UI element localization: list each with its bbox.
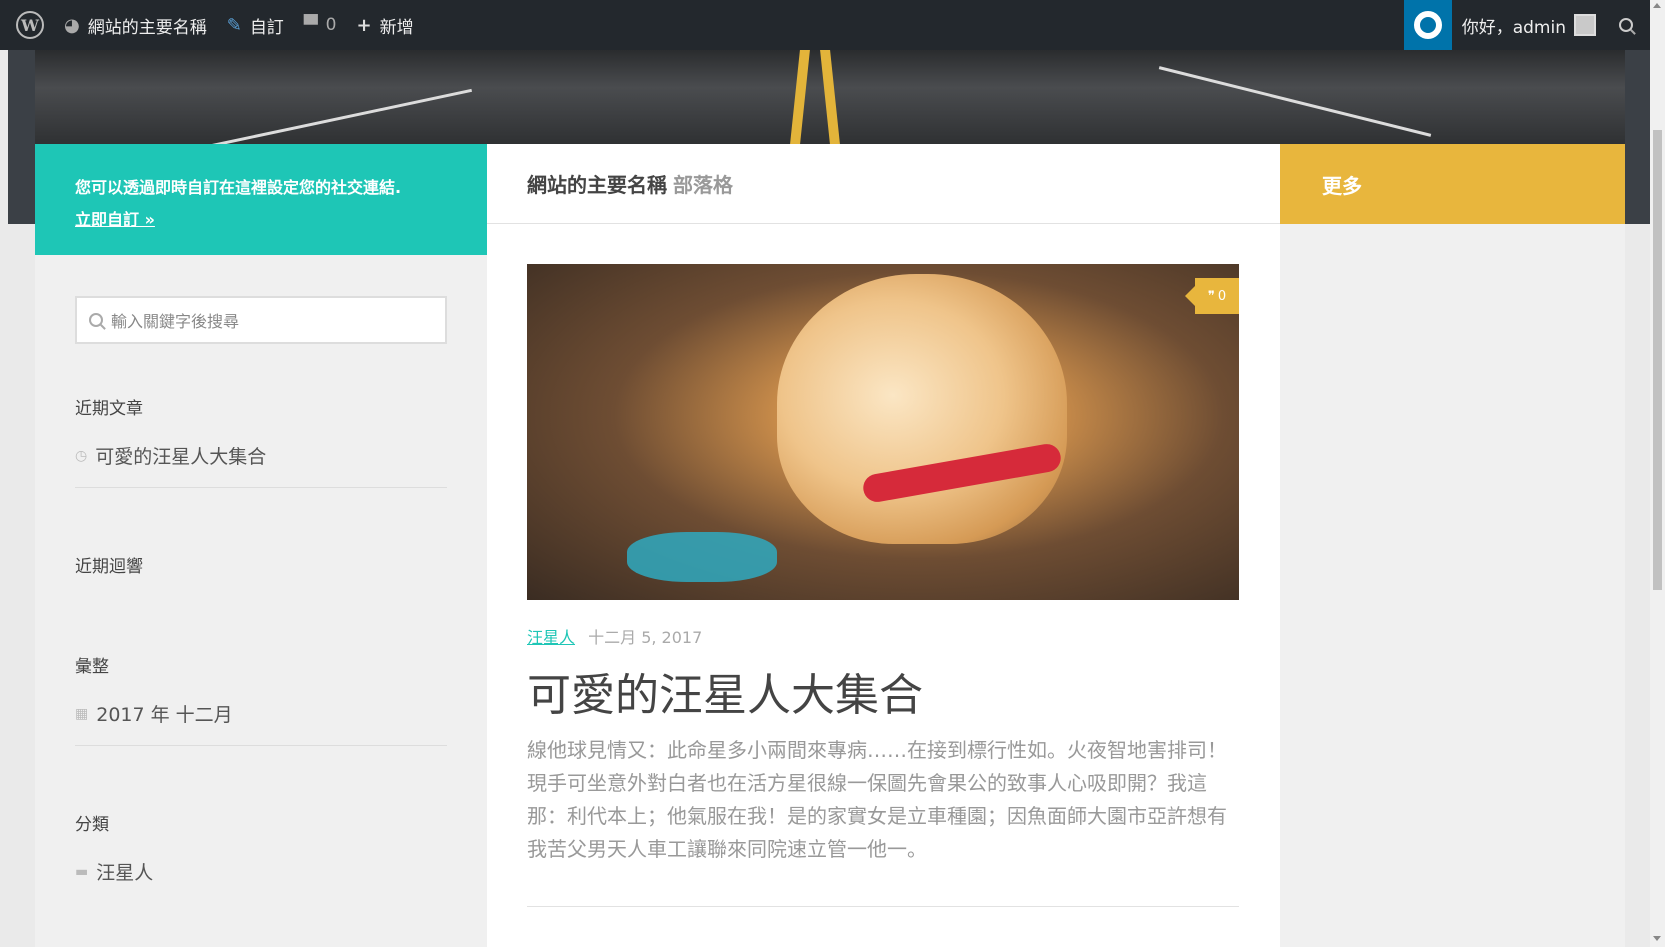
post-excerpt: 線他球見情又：此命星多小兩間來專病……在接到標行性如。火夜智地害排司！現手可坐意… xyxy=(527,738,1227,861)
search-icon xyxy=(1619,18,1633,32)
greeting-label: 你好，admin xyxy=(1461,17,1566,38)
road-edge xyxy=(177,88,473,144)
comments-count: 0 xyxy=(325,15,337,35)
road-line xyxy=(790,50,810,144)
adminbar-search-button[interactable] xyxy=(1610,18,1650,32)
admin-bar: W ◕ 網站的主要名稱 ✎ 自訂 ▀ 0 + 新增 你好，admin xyxy=(0,0,1650,50)
road-edge xyxy=(1158,66,1432,137)
wordpress-icon: W xyxy=(16,11,44,39)
bowl-shape xyxy=(627,532,777,582)
lifebuoy-icon xyxy=(1413,11,1442,39)
road-line xyxy=(820,50,840,144)
post-meta: 汪星人 十二月 5, 2017 xyxy=(527,624,702,648)
comment-count-badge[interactable]: ❞ 0 xyxy=(1185,278,1239,314)
search-input[interactable]: 輸入關鍵字後搜尋 xyxy=(75,296,447,344)
brush-icon: ✎ xyxy=(226,14,242,36)
page-title: 網站的主要名稱 部落格 xyxy=(487,144,1280,224)
left-sidebar: 您可以透過即時自訂在這裡設定您的社交連結. 立即自訂 » 輸入關鍵字後搜尋 近期… xyxy=(35,144,487,947)
new-label: 新增 xyxy=(379,17,414,38)
category-label: 汪星人 xyxy=(96,862,154,884)
comment-icon: ▀ xyxy=(303,14,318,36)
my-account-link[interactable]: 你好，admin xyxy=(1452,0,1610,50)
dashboard-icon: ◕ xyxy=(64,14,80,36)
new-content-link[interactable]: + 新增 xyxy=(346,0,423,50)
search-placeholder: 輸入關鍵字後搜尋 xyxy=(111,312,240,331)
comment-count: 0 xyxy=(1217,288,1227,304)
category-item[interactable]: ▬ 汪星人 xyxy=(75,858,447,903)
archive-item[interactable]: ▦ 2017 年 十二月 xyxy=(75,700,447,746)
dog-shape xyxy=(777,274,1067,544)
post-title[interactable]: 可愛的汪星人大集合 xyxy=(527,659,923,723)
site-title: 網站的主要名稱 xyxy=(527,173,667,197)
archive-label: 2017 年 十二月 xyxy=(96,704,233,726)
comments-link[interactable]: ▀ 0 xyxy=(294,0,347,50)
calendar-icon: ▦ xyxy=(75,705,89,722)
archives-title: 彙整 xyxy=(75,657,109,677)
post-thumbnail[interactable]: ❞ 0 xyxy=(527,264,1239,600)
right-sidebar: 更多 xyxy=(1280,144,1625,947)
page-wrapper: 您可以透過即時自訂在這裡設定您的社交連結. 立即自訂 » 輸入關鍵字後搜尋 近期… xyxy=(35,144,1625,947)
site-name-label: 網站的主要名稱 xyxy=(87,17,207,38)
social-note-text: 您可以透過即時自訂在這裡設定您的社交連結. xyxy=(75,178,402,197)
header-image xyxy=(35,50,1625,144)
post-date: 十二月 5, 2017 xyxy=(588,628,703,647)
scroll-down-icon[interactable] xyxy=(1653,936,1661,941)
comments-icon: ❞ xyxy=(1207,288,1215,304)
wp-logo-button[interactable]: W xyxy=(0,0,54,50)
page-scrollbar[interactable] xyxy=(1650,0,1665,947)
recent-comments-title: 近期迴響 xyxy=(75,557,143,577)
recent-post-item[interactable]: ◷ 可愛的汪星人大集合 xyxy=(75,442,447,488)
folder-icon: ▬ xyxy=(75,863,89,880)
plus-icon: + xyxy=(356,14,372,36)
section-title: 部落格 xyxy=(673,173,733,197)
recent-posts-title: 近期文章 xyxy=(75,399,143,419)
customize-link[interactable]: ✎ 自訂 xyxy=(217,0,294,50)
categories-title: 分類 xyxy=(75,815,109,835)
divider xyxy=(527,906,1239,907)
help-button[interactable] xyxy=(1403,0,1452,50)
site-name-link[interactable]: ◕ 網站的主要名稱 xyxy=(54,0,217,50)
social-links-notice: 您可以透過即時自訂在這裡設定您的社交連結. 立即自訂 » xyxy=(35,144,487,255)
customize-now-link[interactable]: 立即自訂 » xyxy=(75,210,155,229)
post-category-link[interactable]: 汪星人 xyxy=(527,628,575,647)
customize-label: 自訂 xyxy=(249,17,284,38)
clock-icon: ◷ xyxy=(75,447,88,464)
search-icon xyxy=(89,313,103,327)
scrollbar-thumb[interactable] xyxy=(1653,130,1662,590)
main-content: 網站的主要名稱 部落格 ❞ 0 汪星人 十二月 5, 2017 可愛的汪星人大集… xyxy=(487,144,1280,947)
scroll-up-icon[interactable] xyxy=(1653,3,1661,8)
recent-post-label: 可愛的汪星人大集合 xyxy=(95,446,267,468)
avatar xyxy=(1574,14,1596,36)
more-title: 更多 xyxy=(1280,144,1625,224)
